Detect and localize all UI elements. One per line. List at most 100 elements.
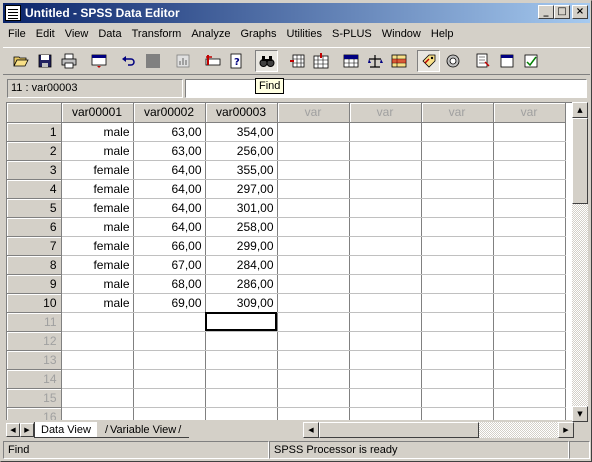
- data-cell[interactable]: [349, 255, 422, 275]
- column-header-var00002[interactable]: var00002: [133, 103, 206, 123]
- data-cell[interactable]: 354,00: [205, 122, 278, 142]
- data-cell[interactable]: [61, 350, 134, 370]
- data-cell[interactable]: [61, 407, 134, 420]
- data-cell[interactable]: 67,00: [133, 255, 206, 275]
- row-header[interactable]: 7: [7, 236, 62, 256]
- insert-case-button[interactable]: [285, 50, 308, 72]
- vertical-scrollbar[interactable]: ▲ ▼: [572, 102, 588, 422]
- data-cell[interactable]: [493, 255, 566, 275]
- data-cell[interactable]: [133, 369, 206, 389]
- column-header-var00003[interactable]: var00003: [205, 103, 278, 123]
- data-cell[interactable]: [277, 179, 350, 199]
- use-sets-button[interactable]: [441, 50, 464, 72]
- data-cell[interactable]: [349, 236, 422, 256]
- data-cell[interactable]: [421, 141, 494, 161]
- data-cell[interactable]: 256,00: [205, 141, 278, 161]
- data-cell[interactable]: male: [61, 217, 134, 237]
- data-cell[interactable]: [277, 122, 350, 142]
- data-cell[interactable]: 309,00: [205, 293, 278, 313]
- column-header-var[interactable]: var: [493, 103, 566, 123]
- data-cell[interactable]: [349, 388, 422, 408]
- data-cell[interactable]: [277, 274, 350, 294]
- data-cell[interactable]: [349, 198, 422, 218]
- scroll-right-button[interactable]: ▶: [558, 422, 574, 438]
- tab-data-view[interactable]: Data View: [34, 422, 97, 438]
- row-header[interactable]: 6: [7, 217, 62, 237]
- data-cell[interactable]: [277, 331, 350, 351]
- goto-chart-button[interactable]: [171, 50, 194, 72]
- data-cell[interactable]: [493, 122, 566, 142]
- data-cell[interactable]: [493, 179, 566, 199]
- data-cell[interactable]: [277, 388, 350, 408]
- row-header[interactable]: 1: [7, 122, 62, 142]
- data-cell[interactable]: [277, 198, 350, 218]
- tab-variable-view[interactable]: / Variable View /: [96, 422, 190, 438]
- scroll-left-button[interactable]: ◀: [303, 422, 319, 438]
- data-cell[interactable]: [349, 331, 422, 351]
- data-cell[interactable]: [421, 160, 494, 180]
- menu-utilities[interactable]: Utilities: [282, 28, 327, 40]
- data-cell[interactable]: 299,00: [205, 236, 278, 256]
- data-cell[interactable]: [349, 274, 422, 294]
- dialog-recall-button[interactable]: [87, 50, 110, 72]
- data-cell[interactable]: [349, 122, 422, 142]
- data-cell[interactable]: [277, 350, 350, 370]
- data-cell[interactable]: [349, 369, 422, 389]
- grid-corner[interactable]: [7, 103, 62, 123]
- data-cell[interactable]: [421, 350, 494, 370]
- data-cell[interactable]: 301,00: [205, 198, 278, 218]
- data-cell[interactable]: [349, 179, 422, 199]
- data-cell[interactable]: [61, 312, 134, 332]
- menu-transform[interactable]: Transform: [127, 28, 187, 40]
- data-cell[interactable]: [421, 407, 494, 420]
- data-cell[interactable]: [277, 293, 350, 313]
- data-cell[interactable]: [205, 331, 278, 351]
- data-cell[interactable]: [493, 293, 566, 313]
- data-cell[interactable]: [421, 122, 494, 142]
- data-cell[interactable]: 64,00: [133, 160, 206, 180]
- tab-next-button[interactable]: ▶: [20, 423, 34, 437]
- column-header-var[interactable]: var: [277, 103, 350, 123]
- show-all-variables-button[interactable]: [495, 50, 518, 72]
- data-cell[interactable]: female: [61, 179, 134, 199]
- data-cell[interactable]: [493, 331, 566, 351]
- undo-button[interactable]: [117, 50, 140, 72]
- row-header[interactable]: 9: [7, 274, 62, 294]
- data-cell[interactable]: [493, 407, 566, 420]
- data-cell[interactable]: 297,00: [205, 179, 278, 199]
- data-cell[interactable]: [493, 369, 566, 389]
- horizontal-scroll-thumb[interactable]: [319, 422, 479, 438]
- scroll-down-button[interactable]: ▼: [572, 406, 588, 422]
- data-cell[interactable]: 63,00: [133, 141, 206, 161]
- data-cell[interactable]: [493, 160, 566, 180]
- split-file-button[interactable]: [339, 50, 362, 72]
- row-header[interactable]: 3: [7, 160, 62, 180]
- data-cell[interactable]: 64,00: [133, 179, 206, 199]
- tab-prev-button[interactable]: ◀: [6, 423, 20, 437]
- data-cell[interactable]: [133, 312, 206, 332]
- data-cell[interactable]: [493, 217, 566, 237]
- data-cell[interactable]: [421, 198, 494, 218]
- data-cell[interactable]: [421, 388, 494, 408]
- row-header[interactable]: 13: [7, 350, 62, 370]
- row-header[interactable]: 4: [7, 179, 62, 199]
- data-cell[interactable]: [133, 407, 206, 420]
- find-button[interactable]: [255, 50, 278, 72]
- data-cell[interactable]: [493, 312, 566, 332]
- data-cell[interactable]: 284,00: [205, 255, 278, 275]
- goto-case-button[interactable]: [201, 50, 224, 72]
- redo-button[interactable]: [141, 50, 164, 72]
- data-cell[interactable]: [349, 217, 422, 237]
- data-cell[interactable]: male: [61, 141, 134, 161]
- data-cell[interactable]: male: [61, 274, 134, 294]
- row-header[interactable]: 16: [7, 407, 62, 420]
- row-header[interactable]: 8: [7, 255, 62, 275]
- data-cell[interactable]: [421, 179, 494, 199]
- data-cell[interactable]: [133, 331, 206, 351]
- cell-editor-input[interactable]: [185, 79, 587, 98]
- print-button[interactable]: [57, 50, 80, 72]
- data-cell[interactable]: [133, 388, 206, 408]
- menu-edit[interactable]: Edit: [31, 28, 60, 40]
- data-cell[interactable]: [61, 388, 134, 408]
- close-button[interactable]: ×: [572, 5, 588, 19]
